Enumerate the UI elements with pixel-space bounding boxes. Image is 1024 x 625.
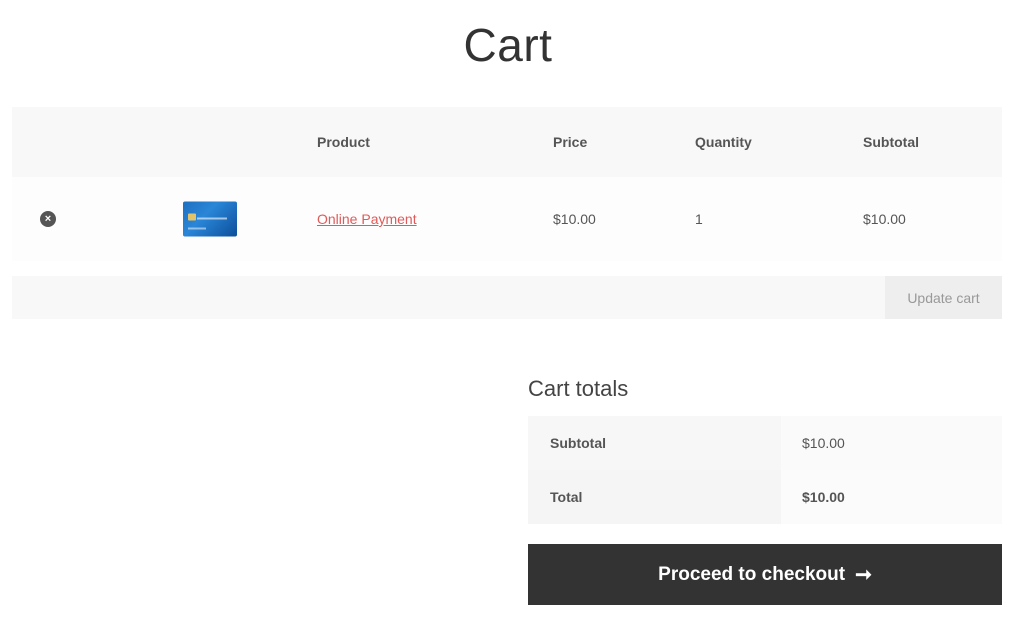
cart-table-header: Product Price Quantity Subtotal [12,107,1002,177]
remove-item-icon[interactable]: × [40,211,56,227]
header-product: Product [317,134,370,150]
cart-totals-table: Subtotal $10.00 Total $10.00 [528,416,1002,524]
totals-subtotal-label: Subtotal [528,416,781,470]
totals-total-row: Total $10.00 [528,470,1002,524]
totals-total-label: Total [528,470,781,524]
card-chip-icon [188,213,196,221]
item-quantity[interactable]: 1 [695,211,703,227]
cart-totals-title: Cart totals [528,376,629,401]
product-thumbnail[interactable] [183,201,237,237]
totals-subtotal-row: Subtotal $10.00 [528,416,1002,470]
header-subtotal: Subtotal [863,134,919,150]
proceed-to-checkout-button[interactable]: Proceed to checkout ➞ [528,544,1002,605]
table-row: × Online Payment $10.00 1 $10.00 [12,177,1002,261]
product-link[interactable]: Online Payment [317,211,417,227]
checkout-label: Proceed to checkout [658,563,846,585]
update-cart-button[interactable]: Update cart [885,276,1002,319]
item-price: $10.00 [553,211,596,227]
header-quantity: Quantity [695,134,752,150]
header-price: Price [553,134,588,150]
cart-table: Product Price Quantity Subtotal × Online… [12,107,1002,261]
totals-total-value: $10.00 [781,470,1002,524]
item-subtotal: $10.00 [863,211,906,227]
card-number-stripe [197,217,227,220]
cart-actions-bar: Update cart [12,276,1002,319]
arrow-right-icon: ➞ [855,563,872,586]
card-name-stripe [188,227,206,230]
totals-subtotal-value: $10.00 [781,416,1002,470]
page-title: Cart [463,19,553,71]
cart-page: Cart Product Price Quantity Subtotal × O… [0,0,1024,625]
